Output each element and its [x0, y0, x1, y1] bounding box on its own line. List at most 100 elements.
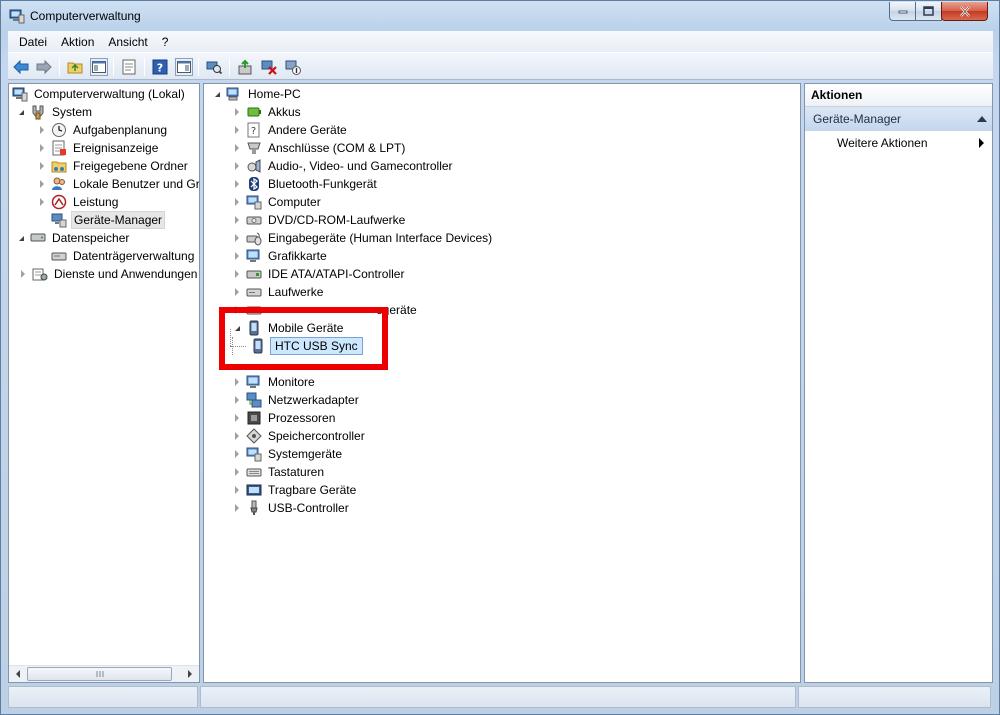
device-category[interactable]: Tragbare Geräte [232, 481, 358, 499]
title-bar[interactable]: Computerverwaltung [1, 1, 999, 31]
expand-arrow-icon[interactable] [232, 449, 242, 459]
up-level-button[interactable] [66, 58, 84, 76]
event-viewer-icon [51, 140, 67, 156]
device-category[interactable]: Akkus [232, 103, 303, 121]
tree-node-storage[interactable]: Datenspeicher [16, 229, 131, 247]
device-category[interactable]: Laufwerke [232, 283, 325, 301]
expand-arrow-icon[interactable] [232, 179, 242, 189]
collapse-arrow-icon[interactable] [16, 107, 26, 117]
device-category[interactable]: Netzwerkadapter [232, 391, 361, 409]
menu-ansicht[interactable]: Ansicht [101, 32, 154, 52]
menu-help[interactable]: ? [155, 32, 176, 52]
device-category[interactable]: Systemgeräte [232, 445, 344, 463]
expand-arrow-icon[interactable] [37, 197, 47, 207]
disable-device-button[interactable] [284, 58, 302, 76]
actions-section-device-manager[interactable]: Geräte-Manager [805, 107, 992, 131]
collapse-arrow-icon[interactable] [212, 89, 222, 99]
expand-arrow-icon[interactable] [232, 377, 242, 387]
device-category-label: Andere Geräte [268, 123, 347, 137]
collapse-up-icon[interactable] [977, 116, 987, 122]
tree-label-services-apps: Dienste und Anwendungen [54, 267, 198, 281]
scan-hardware-button[interactable] [205, 58, 223, 76]
help-button[interactable]: ? [151, 58, 169, 76]
action-pane-icon [177, 61, 191, 73]
scroll-right-icon[interactable] [181, 666, 198, 682]
close-button[interactable] [941, 2, 988, 21]
expand-arrow-icon[interactable] [232, 161, 242, 171]
device-category[interactable]: Speichercontroller [232, 427, 367, 445]
processor-icon [246, 410, 262, 426]
expand-arrow-icon[interactable] [37, 161, 47, 171]
tree-node-system[interactable]: System [16, 103, 94, 121]
tree-node-disk-management[interactable]: Datenträgerverwaltung [51, 247, 196, 265]
expand-arrow-icon[interactable] [232, 215, 242, 225]
battery-icon [246, 104, 262, 120]
keyboard-mouse-icon [246, 230, 262, 246]
expand-arrow-icon[interactable] [232, 503, 242, 513]
device-category[interactable]: IDE ATA/ATAPI-Controller [232, 265, 406, 283]
minimize-button[interactable] [889, 2, 916, 21]
device-category[interactable]: Prozessoren [232, 409, 337, 427]
expand-arrow-icon[interactable] [232, 395, 242, 405]
device-category[interactable]: DVD/CD-ROM-Laufwerke [232, 211, 407, 229]
back-button[interactable] [12, 58, 30, 76]
device-root-home-pc[interactable]: Home-PC [212, 85, 303, 103]
expand-arrow-icon[interactable] [37, 143, 47, 153]
update-driver-button[interactable] [236, 58, 254, 76]
uninstall-device-button[interactable] [260, 58, 278, 76]
expand-arrow-icon[interactable] [18, 269, 28, 279]
show-hide-console-tree-button[interactable] [90, 58, 108, 76]
device-category[interactable]: Audio-, Video- und Gamecontroller [232, 157, 455, 175]
scroll-left-icon[interactable] [9, 666, 26, 682]
device-category[interactable]: Eingabegeräte (Human Interface Devices) [232, 229, 494, 247]
expand-arrow-icon[interactable] [37, 179, 47, 189]
tree-node-event-viewer[interactable]: Ereignisanzeige [37, 139, 160, 157]
tree-node-local-users[interactable]: Lokale Benutzer und Gr [37, 175, 199, 193]
maximize-button[interactable] [915, 2, 942, 21]
expand-arrow-icon[interactable] [232, 233, 242, 243]
device-category[interactable]: USB-Controller [232, 499, 351, 517]
grip-icon [96, 671, 103, 677]
device-category[interactable]: Bluetooth-Funkgerät [232, 175, 379, 193]
tree-node-shared-folders[interactable]: Freigegebene Ordner [37, 157, 190, 175]
toolbar-separator [198, 58, 199, 76]
expand-arrow-icon[interactable] [232, 125, 242, 135]
expand-arrow-icon[interactable] [232, 467, 242, 477]
device-category[interactable]: Computer [232, 193, 323, 211]
tree-node-performance[interactable]: Leistung [37, 193, 120, 211]
expand-arrow-icon[interactable] [232, 251, 242, 261]
expand-arrow-icon[interactable] [232, 431, 242, 441]
tree-node-task-scheduler[interactable]: Aufgabenplanung [37, 121, 169, 139]
tree-node-services-apps[interactable]: Dienste und Anwendungen [18, 265, 199, 283]
show-hide-action-pane-button[interactable] [175, 58, 193, 76]
expand-arrow-icon[interactable] [232, 485, 242, 495]
device-category[interactable]: Anschlüsse (COM & LPT) [232, 139, 407, 157]
status-cell [8, 686, 198, 708]
tree-node-root[interactable]: Computerverwaltung (Lokal) [12, 85, 187, 103]
tree-label-system: System [52, 105, 93, 119]
device-category[interactable]: Tastaturen [232, 463, 326, 481]
expand-arrow-icon[interactable] [232, 413, 242, 423]
device-category-label: Prozessoren [268, 411, 336, 425]
forward-button[interactable] [35, 58, 53, 76]
expand-arrow-icon[interactable] [232, 197, 242, 207]
device-category-label: DVD/CD-ROM-Laufwerke [268, 213, 406, 227]
collapse-arrow-icon[interactable] [16, 233, 26, 243]
device-category[interactable]: Monitore [232, 373, 317, 391]
update-driver-icon [238, 59, 252, 75]
device-category[interactable]: Grafikkarte [232, 247, 329, 265]
scrollbar-thumb[interactable] [27, 667, 172, 681]
expand-arrow-icon[interactable] [232, 287, 242, 297]
tree-node-device-manager[interactable]: Geräte-Manager [51, 211, 166, 229]
expand-arrow-icon[interactable] [232, 269, 242, 279]
export-list-button[interactable] [120, 58, 138, 76]
menu-aktion[interactable]: Aktion [54, 32, 101, 52]
bluetooth-icon [246, 176, 262, 192]
expand-arrow-icon[interactable] [232, 143, 242, 153]
expand-arrow-icon[interactable] [232, 107, 242, 117]
more-actions-item[interactable]: Weitere Aktionen [805, 132, 992, 154]
device-category[interactable]: ? Andere Geräte [232, 121, 349, 139]
expand-arrow-icon[interactable] [37, 125, 47, 135]
menu-datei[interactable]: Datei [12, 32, 54, 52]
horizontal-scrollbar[interactable] [9, 665, 199, 682]
